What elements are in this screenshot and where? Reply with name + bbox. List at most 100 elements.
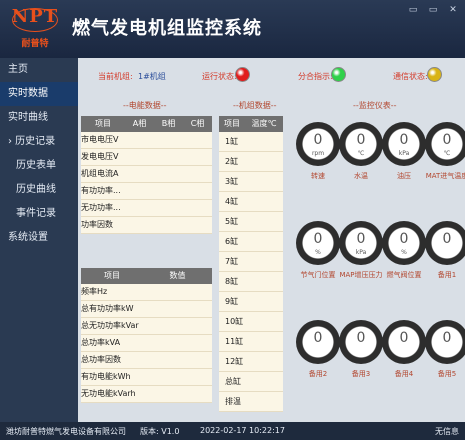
gauge-label: 备用1	[437, 271, 457, 279]
table-row: 发电电压V	[81, 149, 212, 166]
table-row: 9缸	[219, 292, 283, 312]
table-row: 1缸	[219, 132, 283, 152]
gauge: 0 备用5	[422, 320, 465, 379]
nav-item-realtime-curve[interactable]: 实时曲线	[0, 106, 78, 130]
row-label: 1缸	[225, 137, 239, 146]
datetime-text: 2022-02-17 10:22:17	[200, 426, 285, 435]
row-label: 4缸	[225, 197, 239, 206]
gauge-unit: kPa	[355, 249, 367, 256]
electric-section-title: --电能数据--	[123, 101, 167, 110]
cylinder-table-header: 项目 温度℃	[219, 116, 283, 132]
row-label: 发电电压V	[81, 152, 119, 161]
nav-item-history-curve[interactable]: 历史曲线	[0, 178, 78, 202]
minimize-icon[interactable]: ▭	[407, 4, 419, 16]
table-row: 总功率kVA	[81, 335, 212, 352]
table-row: 11缸	[219, 332, 283, 352]
gauge-dial: 0	[382, 320, 426, 364]
cylinder-temp-table: 项目 温度℃ 1缸 2缸 3缸 4缸 5缸 6缸 7缸 8缸 9缸 10缸 11…	[219, 116, 283, 412]
table-row: 排温	[219, 392, 283, 412]
table-row: 总功率因数	[81, 352, 212, 369]
version-text: 版本: V1.0	[140, 427, 180, 436]
alarm-text: 无信息	[435, 427, 459, 436]
gauge-unit: kPa	[398, 150, 410, 157]
logo-mark: NPT	[11, 6, 59, 27]
gauge-value: 0	[442, 231, 452, 247]
gauge-unit: %	[401, 249, 407, 256]
table-row: 有功功率...	[81, 183, 212, 200]
unit-section-title: --机组数据--	[233, 101, 277, 110]
gauge-label: 备用5	[437, 370, 457, 378]
nav-item-history[interactable]: › 历史记录	[0, 130, 78, 154]
sidebar-nav: 主页 实时数据 实时曲线 › 历史记录 历史表单 历史曲线 事件记录 系统设置	[0, 58, 78, 422]
logo-subtitle: 耐普特	[21, 39, 49, 49]
gauge-value: 0	[313, 330, 323, 346]
nav-item-event-log[interactable]: 事件记录	[0, 202, 78, 226]
unit-value: 1#机组	[138, 72, 166, 81]
row-label: 总功率因数	[81, 355, 121, 364]
row-label: 频率Hz	[81, 287, 108, 296]
comm-status-lamp	[427, 67, 442, 82]
gauge-value: 0	[399, 330, 409, 346]
row-label: 10缸	[225, 317, 244, 326]
gauge-dial: 0	[425, 221, 465, 265]
gauge-unit: rpm	[311, 150, 325, 157]
table-row: 机组电流A	[81, 166, 212, 183]
app-title: 燃气发电机组监控系统	[72, 18, 262, 39]
gauge-dial: 0	[425, 320, 465, 364]
table-row: 总有功功率kW	[81, 301, 212, 318]
table-row: 5缸	[219, 212, 283, 232]
gauge-value: 0	[313, 231, 323, 247]
close-icon[interactable]: ✕	[447, 4, 459, 16]
table-row: 6缸	[219, 232, 283, 252]
table-row: 总无功功率kVar	[81, 318, 212, 335]
gauge-dial: 0%	[382, 221, 426, 265]
nav-item-settings[interactable]: 系统设置	[0, 226, 78, 250]
company-logo: NPT 耐普特	[10, 6, 60, 52]
unit-label: 当前机组:	[98, 72, 133, 81]
gauge-value: 0	[356, 132, 366, 148]
table-row: 总缸	[219, 372, 283, 392]
col-header: C相	[190, 119, 205, 128]
electric-table-header: 项目 A相 B相 C相	[81, 116, 212, 132]
table-row: 市电电压V	[81, 132, 212, 149]
table-row: 8缸	[219, 272, 283, 292]
col-header: 项目	[224, 119, 240, 128]
window-controls: ▭ ▭ ✕	[407, 4, 459, 16]
gauge-value: 0	[356, 330, 366, 346]
table-row: 2缸	[219, 152, 283, 172]
gauge-value: 0	[442, 132, 452, 148]
gauge-unit: ℃	[357, 150, 365, 157]
gauge-dial: 0 ℃	[339, 122, 383, 166]
row-label: 8缸	[225, 277, 239, 286]
row-label: 总有功功率kW	[81, 304, 134, 313]
row-label: 9缸	[225, 297, 239, 306]
maximize-icon[interactable]: ▭	[427, 4, 439, 16]
gauge-label: MAT进气温度	[425, 172, 465, 180]
table-row: 频率Hz	[81, 284, 212, 301]
totals-table-header: 项目 数值	[81, 268, 212, 284]
title-bar: NPT 耐普特 燃气发电机组监控系统 ▭ ▭ ✕	[0, 0, 465, 58]
row-label: 5缸	[225, 217, 239, 226]
nav-item-history-form[interactable]: 历史表单	[0, 154, 78, 178]
table-row: 无功功率...	[81, 200, 212, 217]
status-bar: 当前机组: 1#机组 运行状态: 分合指示: 通信状态:	[78, 58, 465, 92]
row-label: 机组电流A	[81, 169, 119, 178]
company-name: 潍坊耐普特燃气发电设备有限公司	[6, 427, 126, 436]
nav-item-realtime-data[interactable]: 实时数据	[0, 82, 78, 106]
row-label: 总无功功率kVar	[81, 321, 139, 330]
gauge-unit: %	[315, 249, 321, 256]
col-header: B相	[161, 119, 176, 128]
gauge-dial: 0 rpm	[296, 122, 340, 166]
gauge-dial: 0 ℃	[425, 122, 465, 166]
gauge-dial: 0	[339, 320, 383, 364]
table-row: 有功电能kWh	[81, 369, 212, 386]
row-label: 总功率kVA	[81, 338, 121, 347]
table-row: 功率因数	[81, 217, 212, 234]
row-label: 11缸	[225, 337, 244, 346]
table-row: 无功电能kVarh	[81, 386, 212, 403]
nav-item-home[interactable]: 主页	[0, 58, 78, 82]
table-row: 3缸	[219, 172, 283, 192]
gauge-unit: ℃	[443, 150, 451, 157]
gauge-value: 0	[313, 132, 323, 148]
row-label: 12缸	[225, 357, 244, 366]
